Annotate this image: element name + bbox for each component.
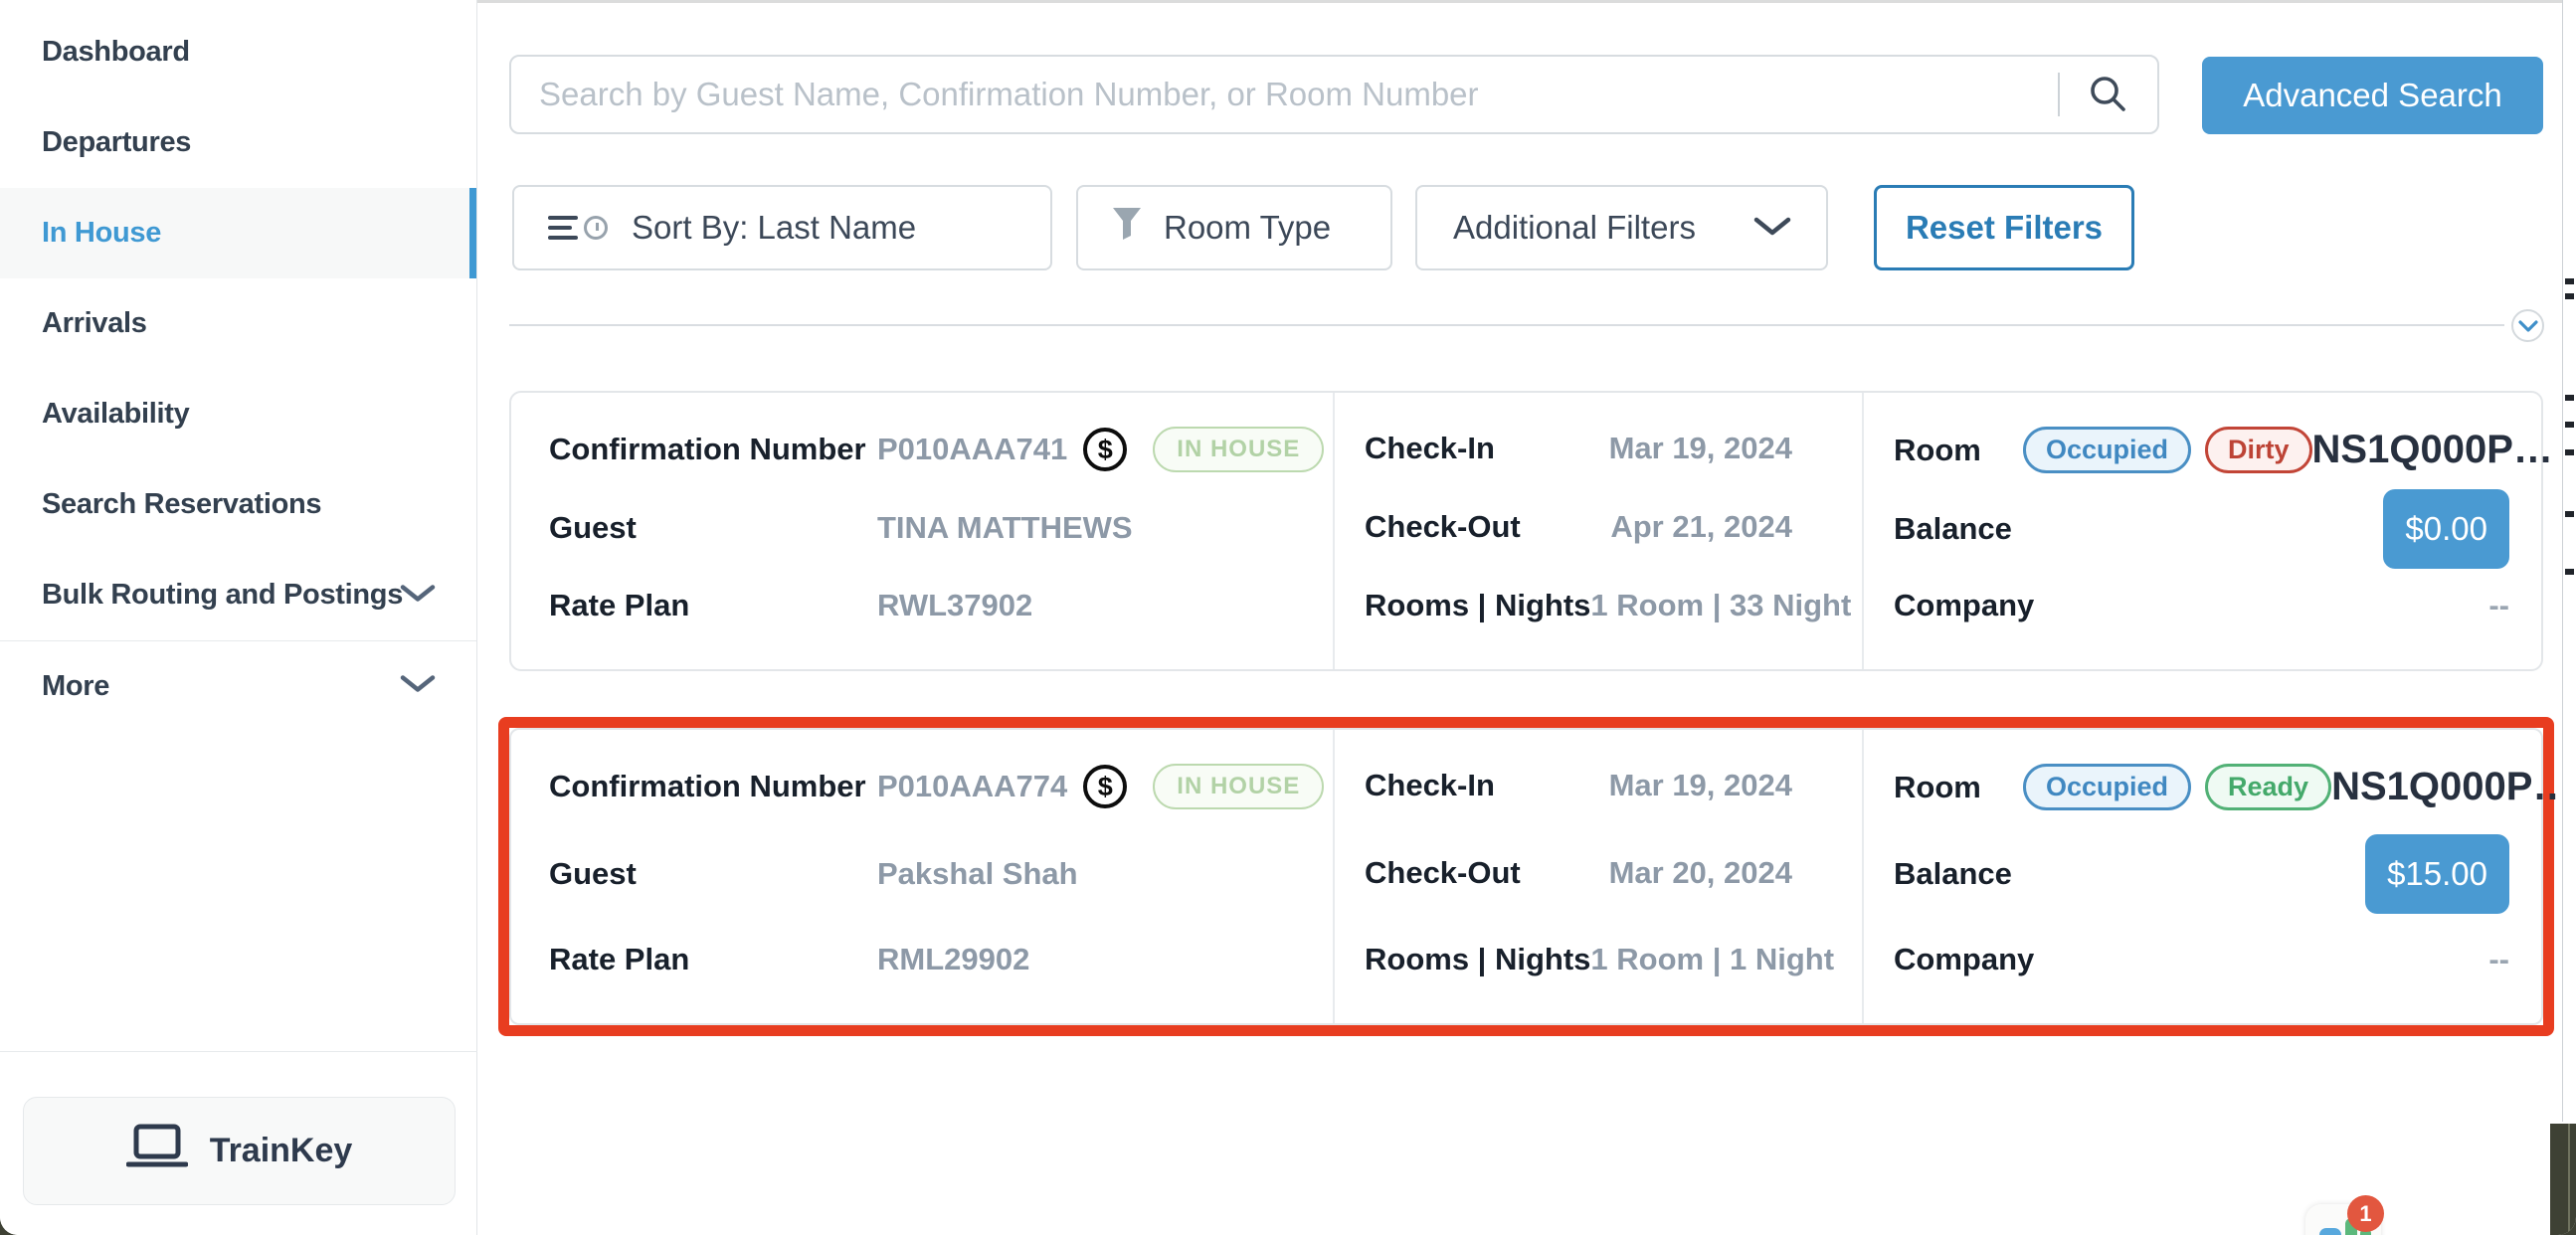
field-label: Rooms | Nights [1365, 942, 1590, 977]
rate-plan-value: RWL37902 [877, 588, 1032, 623]
sort-by-label: Sort By: Last Name [632, 209, 916, 247]
sidebar-bottom-divider [0, 1051, 477, 1052]
reservation-card[interactable]: Confirmation Number P010AAA741 $ IN HOUS… [509, 391, 2543, 671]
room-balance-column: Room Occupied Ready NS1Q000P… Balance $1… [1862, 730, 2543, 1023]
sidebar-item-more[interactable]: More [0, 640, 476, 731]
reservation-info-column: Confirmation Number P010AAA774 $ IN HOUS… [511, 730, 1333, 1023]
room-number: NS1Q000P… [2312, 428, 2553, 472]
field-label: Confirmation Number [549, 769, 877, 804]
sidebar-item-departures[interactable]: Departures [0, 97, 476, 188]
field-label: Check-Out [1365, 855, 1521, 891]
sidebar-item-search-reservations[interactable]: Search Reservations [0, 459, 476, 550]
desktop-edge [2550, 1124, 2576, 1235]
sort-by-button[interactable]: Sort By: Last Name [512, 185, 1052, 270]
results-divider [509, 324, 2504, 326]
chevron-down-icon [2518, 320, 2538, 332]
field-label: Rooms | Nights [1365, 588, 1590, 623]
additional-filters-label: Additional Filters [1453, 209, 1696, 247]
housekeeping-badge: Ready [2205, 764, 2331, 810]
field-label: Confirmation Number [549, 432, 877, 467]
chevron-down-icon [399, 579, 437, 612]
sidebar-item-bulk-routing[interactable]: Bulk Routing and Postings [0, 550, 476, 640]
sort-icon [548, 216, 608, 240]
sidebar-item-label: Bulk Routing and Postings [42, 579, 403, 612]
search-input[interactable] [511, 76, 2058, 113]
advanced-search-button[interactable]: Advanced Search [2202, 57, 2543, 134]
field-label: Check-In [1365, 431, 1495, 466]
filter-funnel-icon [1112, 207, 1142, 249]
housekeeping-badge: Dirty [2205, 427, 2312, 473]
room-status-badge: Occupied [2023, 427, 2191, 473]
check-in-date: Mar 19, 2024 [1609, 431, 1792, 466]
room-type-button[interactable]: Room Type [1076, 185, 1392, 270]
chat-logo-blue-shape [2319, 1228, 2341, 1235]
guest-name: Pakshal Shah [877, 856, 1078, 892]
chevron-down-icon [1752, 209, 1792, 247]
search-bar [509, 55, 2159, 134]
stay-dates-column: Check-In Mar 19, 2024 Check-Out Mar 20, … [1333, 730, 1862, 1023]
sidebar-item-label: More [42, 670, 109, 703]
reservation-card[interactable]: Confirmation Number P010AAA774 $ IN HOUS… [509, 728, 2543, 1025]
rate-plan-value: RML29902 [877, 942, 1029, 977]
field-label: Room [1894, 433, 2023, 468]
reservation-info-column: Confirmation Number P010AAA741 $ IN HOUS… [511, 393, 1333, 669]
payment-icon[interactable]: $ [1083, 765, 1127, 808]
chevron-down-icon [399, 670, 437, 703]
sidebar-item-arrivals[interactable]: Arrivals [0, 278, 476, 369]
stay-dates-column: Check-In Mar 19, 2024 Check-Out Apr 21, … [1333, 393, 1862, 669]
sidebar-item-in-house[interactable]: In House [0, 188, 476, 278]
field-label: Check-Out [1365, 509, 1521, 545]
field-label: Balance [1894, 511, 2023, 547]
room-balance-column: Room Occupied Dirty NS1Q000P… Balance $0… [1862, 393, 2543, 669]
check-out-date: Mar 20, 2024 [1609, 855, 1792, 891]
in-house-badge: IN HOUSE [1153, 427, 1324, 472]
room-status-badge: Occupied [2023, 764, 2191, 810]
sidebar-item-availability[interactable]: Availability [0, 369, 476, 459]
trainkey-label: TrainKey [210, 1132, 353, 1170]
payment-icon[interactable]: $ [1083, 428, 1127, 471]
expand-toggle[interactable] [2511, 309, 2544, 342]
field-label: Rate Plan [549, 588, 877, 623]
rooms-nights-value: 1 Room | 33 Night [1590, 588, 1851, 623]
trainkey-button[interactable]: TrainKey [23, 1097, 456, 1205]
background-window-sliver [2562, 0, 2576, 1122]
notification-badge: 1 [2347, 1195, 2384, 1232]
confirmation-number: P010AAA774 [877, 769, 1067, 804]
guest-name: TINA MATTHEWS [877, 510, 1133, 546]
laptop-icon [126, 1124, 188, 1178]
field-label: Guest [549, 856, 877, 892]
balance-button[interactable]: $0.00 [2383, 489, 2509, 569]
balance-button[interactable]: $15.00 [2365, 834, 2509, 914]
confirmation-number: P010AAA741 [877, 432, 1067, 467]
search-icon[interactable] [2086, 73, 2129, 116]
field-label: Guest [549, 510, 877, 546]
reset-filters-button[interactable]: Reset Filters [1874, 185, 2134, 270]
additional-filters-button[interactable]: Additional Filters [1415, 185, 1828, 270]
field-label: Room [1894, 770, 2023, 805]
rooms-nights-value: 1 Room | 1 Night [1590, 942, 1834, 977]
field-label: Company [1894, 942, 2023, 977]
room-number: NS1Q000P… [2331, 765, 2572, 809]
check-in-date: Mar 19, 2024 [1609, 768, 1792, 803]
chat-widget: 1 [2305, 1204, 2381, 1235]
company-value: -- [2488, 942, 2509, 977]
sidebar-nav: Dashboard Departures In House Arrivals A… [0, 0, 476, 731]
check-out-date: Apr 21, 2024 [1610, 509, 1792, 545]
field-label: Rate Plan [549, 942, 877, 977]
highlighted-reservation-ring: Confirmation Number P010AAA774 $ IN HOUS… [498, 717, 2554, 1036]
field-label: Balance [1894, 856, 2023, 892]
sidebar: Dashboard Departures In House Arrivals A… [0, 0, 477, 1235]
room-type-label: Room Type [1164, 209, 1331, 247]
sidebar-item-dashboard[interactable]: Dashboard [0, 7, 476, 97]
company-value: -- [2488, 588, 2509, 623]
app-window: Dashboard Departures In House Arrivals A… [0, 0, 2576, 1235]
field-label: Company [1894, 588, 2023, 623]
field-label: Check-In [1365, 768, 1495, 803]
in-house-badge: IN HOUSE [1153, 764, 1324, 809]
search-divider [2058, 73, 2060, 116]
